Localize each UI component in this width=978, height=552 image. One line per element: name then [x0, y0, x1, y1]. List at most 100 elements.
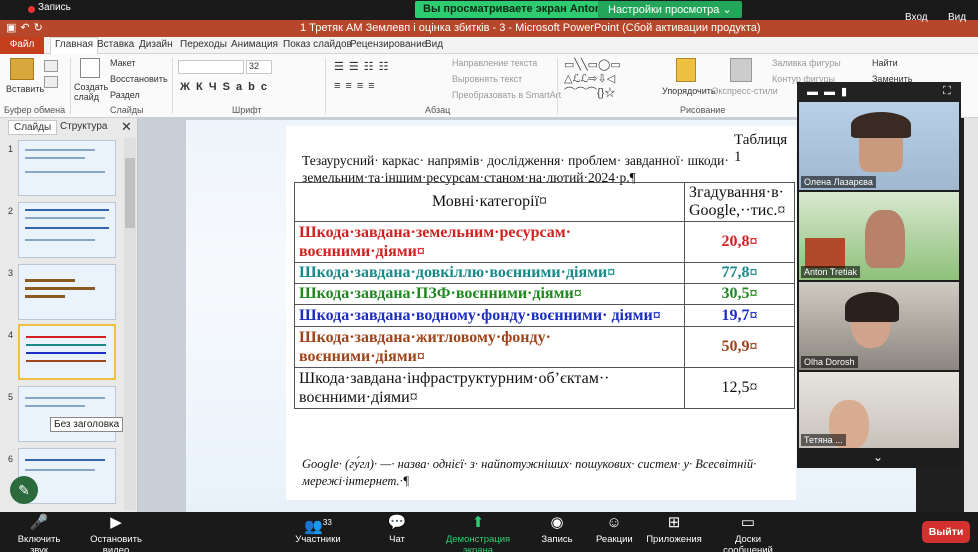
table-row: Шкода·завдана·інфраструктурним·об’єктам·… [294, 367, 795, 409]
thumb-line [26, 360, 106, 362]
gallery-view-icons[interactable]: ▬▬▮ [807, 85, 853, 98]
tab-slideshow[interactable]: Показ слайдов [283, 39, 352, 50]
table-row: Шкода·завдана·земельним·ресурсам· воєнни… [294, 221, 795, 263]
share-screen-button[interactable]: ⬆ Демонстрация экрана [432, 512, 524, 552]
tab-insert[interactable]: Вставка [97, 39, 134, 50]
new-slide-button[interactable]: Создать слайд [74, 82, 108, 102]
arrange-button[interactable]: Упорядочить [662, 86, 716, 96]
thumb-bar [25, 295, 65, 298]
expand-icon[interactable]: ⛶ [943, 85, 951, 98]
arrange-icon[interactable] [676, 58, 696, 82]
slide-thumbnail-2[interactable] [18, 202, 116, 258]
video-tile[interactable]: Олена Лазарєва [799, 102, 959, 190]
align-buttons[interactable]: ≡≡≡≡ [334, 80, 380, 92]
gallery-header: ▬▬▮ ⛶ [797, 82, 961, 102]
video-tile[interactable]: Тетяна ... [799, 372, 959, 448]
chat-icon: 💬 [387, 514, 407, 531]
row-label: Шкода·завдана·земельним·ресурсам· воєнни… [294, 221, 685, 263]
chat-label: Чат [389, 534, 405, 545]
thumb-line [26, 336, 106, 338]
row-value: 77,8¤ [684, 262, 795, 284]
slide-thumbnail-3[interactable] [18, 264, 116, 320]
list-buttons[interactable]: ☰☰☷☷ [334, 60, 393, 73]
quick-access-toolbar[interactable]: ▣↶↻ [6, 21, 47, 34]
slide-thumbnail-1[interactable] [18, 140, 116, 196]
close-panel-icon[interactable]: ✕ [121, 119, 132, 135]
screen: Запись Вы просматриваете экран Anton Tre… [0, 0, 978, 552]
paste-icon[interactable] [10, 58, 34, 80]
thumb-line [25, 209, 109, 211]
participant-name: Олена Лазарєва [801, 176, 876, 188]
font-size-select[interactable]: 32 [246, 60, 272, 74]
record-button[interactable]: ◉ Запись [540, 512, 574, 552]
participants-count: 33 [322, 518, 332, 527]
apps-label: Приложения [646, 534, 702, 545]
chat-button[interactable]: 💬 Чат [382, 512, 412, 552]
unmute-label: Включить звук [17, 534, 61, 552]
stop-video-button[interactable]: ▶ Остановить видео [78, 512, 154, 552]
tab-outline[interactable]: Структура [60, 121, 107, 132]
layout-button[interactable]: Макет [110, 58, 135, 68]
view-button[interactable]: Вид [948, 12, 966, 23]
shapes-gallery[interactable]: ▭╲╲▭◯▭ △ℒℒ⇨⇩◁ ⌒⌒⌒{}☆ [564, 58, 654, 102]
video-tile[interactable]: Olha Dorosh [799, 282, 959, 370]
smartart-button[interactable]: Преобразовать в SmartArt [452, 90, 561, 100]
quick-styles-button[interactable]: Экспресс-стили [712, 86, 778, 96]
view-settings-button[interactable]: Настройки просмотра ⌄ [598, 1, 742, 18]
section-button[interactable]: Раздел [110, 90, 140, 100]
reactions-button[interactable]: ☺ Реакции [596, 512, 633, 552]
video-camera-icon: ▶ [110, 514, 122, 531]
tab-review[interactable]: Рецензирование [350, 39, 427, 50]
text-direction-button[interactable]: Направление текста [452, 58, 537, 68]
apps-button[interactable]: ⊞ Приложения [646, 512, 702, 552]
align-text-button[interactable]: Выровнять текст [452, 74, 522, 84]
copy-icon[interactable] [44, 76, 58, 88]
participants-button[interactable]: 👥33 Участники [294, 512, 342, 552]
powerpoint-title-bar: ▣↶↻ 1 Третяк АМ Землевп і оцінка збитків… [0, 12, 978, 37]
find-button[interactable]: Найти [872, 58, 898, 68]
slide-number: 4 [8, 330, 14, 340]
quick-styles-icon[interactable] [730, 58, 752, 82]
background-house [805, 238, 845, 268]
font-format-buttons[interactable]: ЖКЧSabc [180, 81, 273, 93]
thumb-line [25, 469, 95, 471]
redo-icon[interactable]: ↻ [34, 22, 47, 34]
font-family-select[interactable] [178, 60, 244, 74]
thumb-line [26, 344, 106, 346]
paragraph-group-label: Абзац [425, 105, 451, 115]
sign-in-link[interactable]: Вход [905, 12, 928, 23]
save-icon[interactable]: ▣ [6, 22, 20, 34]
paste-button[interactable]: Вставить [6, 84, 44, 94]
chevron-down-icon[interactable]: ⌄ [873, 450, 883, 464]
annotate-pen-icon[interactable]: ✎ [10, 476, 38, 504]
video-tile[interactable]: Anton Tretiak [799, 192, 959, 280]
tab-home[interactable]: Главная [50, 37, 99, 55]
font-group-label: Шрифт [232, 105, 262, 115]
tab-slides[interactable]: Слайды [8, 120, 58, 135]
tab-file[interactable]: Файл [0, 37, 44, 54]
tab-transitions[interactable]: Переходы [180, 39, 227, 50]
slide-number: 3 [8, 268, 14, 278]
unmute-button[interactable]: 🎤 Включить звук [8, 512, 70, 552]
tab-view[interactable]: Вид [425, 39, 443, 50]
reset-button[interactable]: Восстановить [110, 74, 168, 84]
panel-scrollbar-thumb[interactable] [125, 158, 135, 228]
record-icon: ◉ [550, 514, 564, 531]
leave-button[interactable]: Выйти [922, 521, 970, 543]
share-screen-label: Демонстрация экрана [445, 534, 511, 552]
row-value: 30,5¤ [684, 283, 795, 305]
row-label: Шкода·завдана·водному·фонду·воєнними· ді… [294, 304, 685, 327]
view-settings-label: Настройки просмотра [608, 4, 720, 16]
slide-thumbnail-4[interactable] [18, 324, 116, 380]
undo-icon[interactable]: ↶ [20, 22, 33, 34]
shape-fill-button[interactable]: Заливка фигуры [772, 58, 841, 68]
row-label: Шкода·завдана·довкіллю·воєнними·діями¤ [294, 262, 685, 284]
whiteboards-button[interactable]: ▭ Доски сообщений [712, 512, 784, 552]
slide-scrollbar[interactable] [964, 118, 978, 512]
cut-icon[interactable] [44, 60, 58, 72]
tab-design[interactable]: Дизайн [139, 39, 173, 50]
slide-thumbnail-5[interactable] [18, 386, 116, 442]
new-slide-icon[interactable] [80, 58, 100, 78]
slides-panel: Слайды Структура ✕ 1 2 3 4 5 Без заголов… [0, 118, 138, 512]
tab-animation[interactable]: Анимация [231, 39, 278, 50]
